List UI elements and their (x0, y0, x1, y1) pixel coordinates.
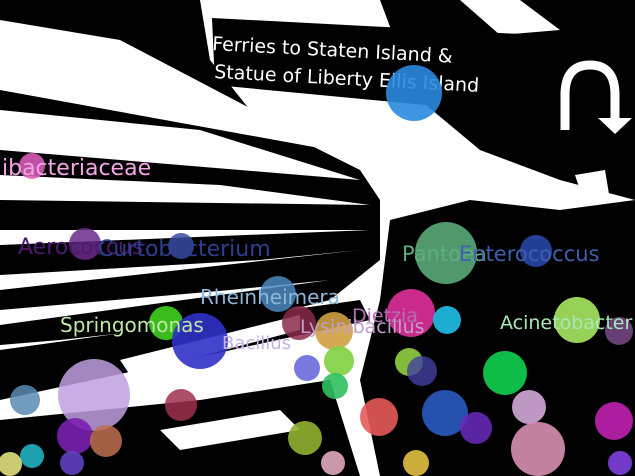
circle (57, 418, 93, 454)
circle (433, 306, 461, 334)
circle (322, 373, 348, 399)
circle (20, 444, 44, 468)
circle (386, 65, 442, 121)
label-springomonas: Springomonas (60, 313, 204, 337)
label-bacillus: Bacillus (222, 333, 292, 354)
circle (360, 398, 398, 436)
circle (608, 451, 632, 475)
circle (294, 355, 320, 381)
circle (321, 451, 345, 475)
circle (407, 356, 437, 386)
circle (288, 421, 322, 455)
circle (90, 425, 122, 457)
circle (483, 351, 527, 395)
label-rheinheimera: Rheinheimera (200, 285, 340, 309)
circle (403, 450, 429, 476)
circle (460, 412, 492, 444)
circle (511, 422, 565, 476)
label-ibacteriaceae: ibacteriaceae (2, 156, 152, 181)
label-lysinibacillus: Lysinibacillus (300, 316, 425, 338)
label-acinetobacter: Acinetobacter (500, 312, 633, 334)
circle (10, 385, 40, 415)
circle (165, 389, 197, 421)
label-curtobacterium: Curtobacterium (98, 237, 271, 262)
circle (324, 346, 354, 376)
circle (512, 390, 546, 424)
label-enterococcus: Enterococcus (459, 242, 600, 266)
circle (60, 451, 84, 475)
circle (595, 402, 633, 440)
